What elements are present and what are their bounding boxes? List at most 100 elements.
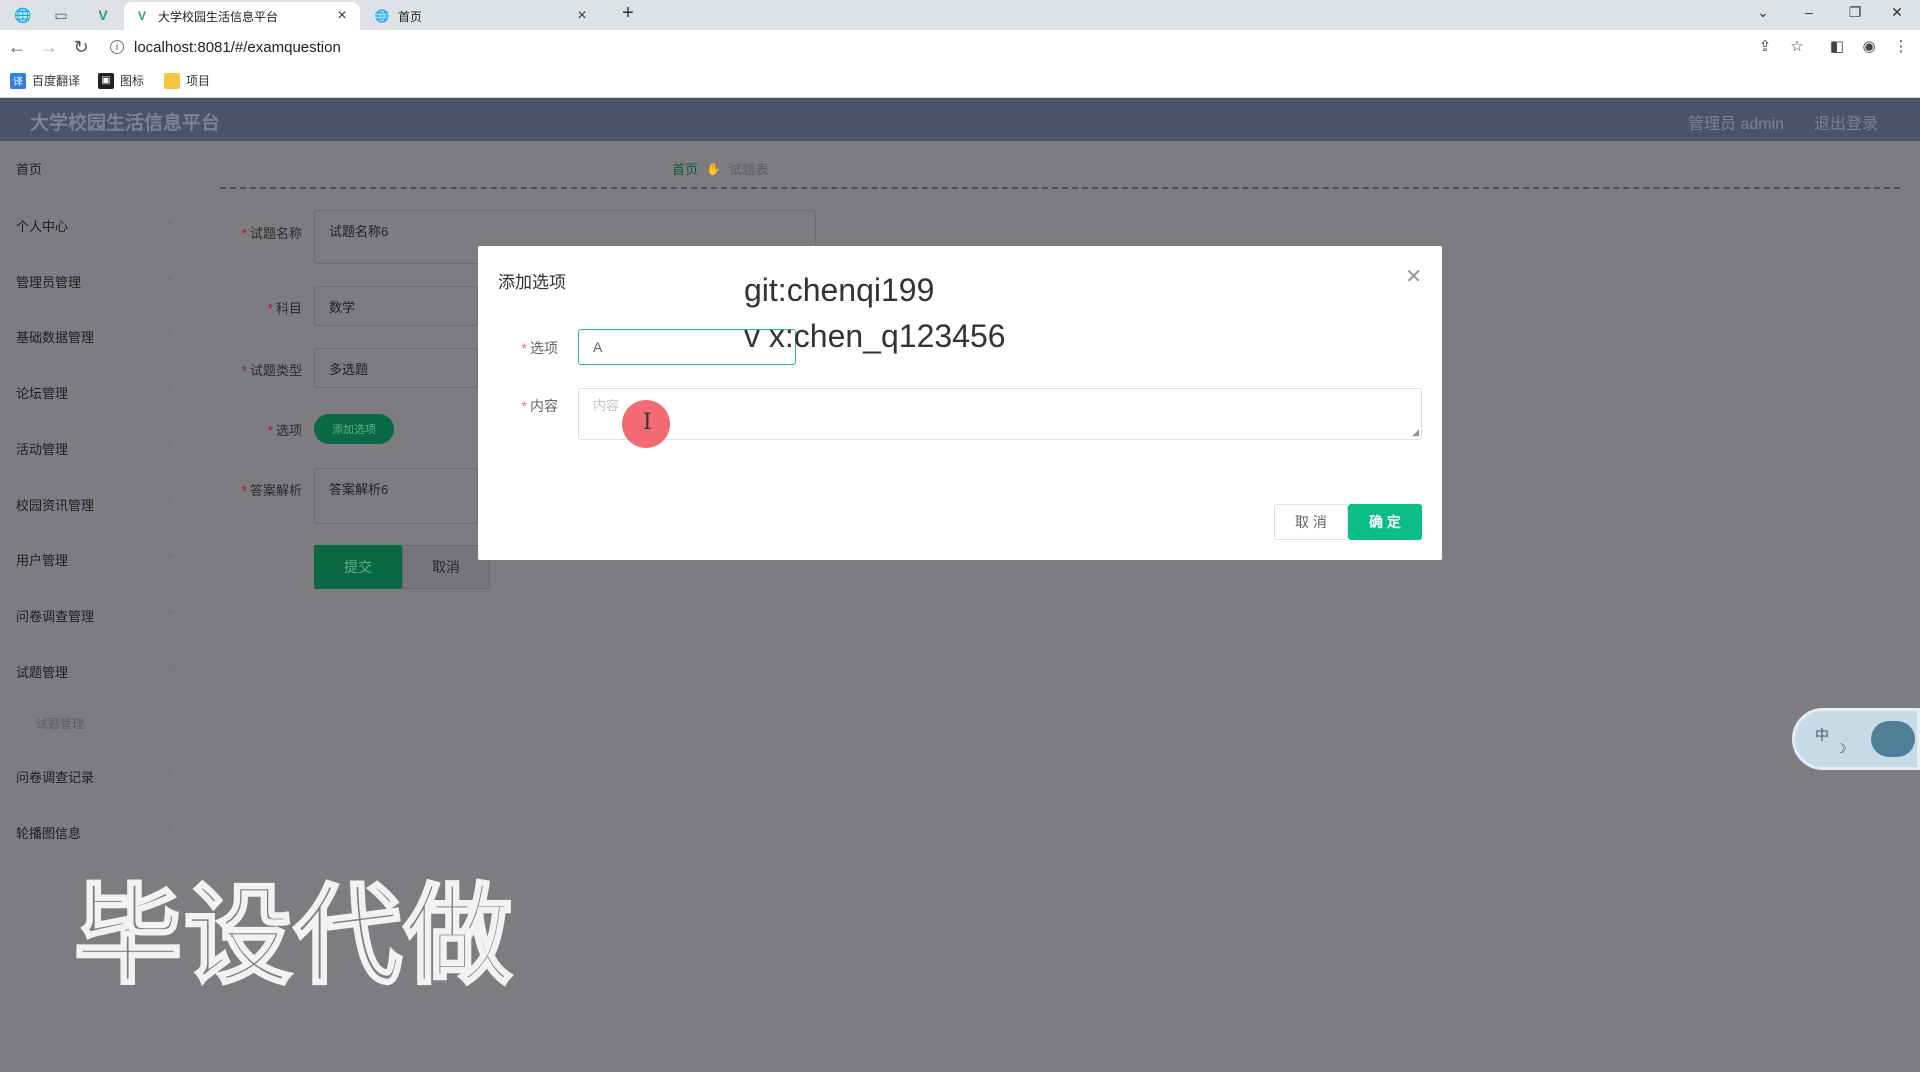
label-name: * 试题名称 (241, 226, 302, 241)
label-text: 试题类型 (249, 363, 302, 378)
cancel-button[interactable]: 取消 (402, 545, 490, 589)
sidebar-item-survey-records[interactable]: 问卷调查记录 ⌄ (16, 767, 174, 786)
chevron-down-icon: ⌄ (166, 383, 175, 394)
sidebar-item-label: 问卷调查记录 (16, 770, 95, 785)
label-option: * 选项 (521, 340, 558, 356)
sidebar-item-label: 用户管理 (16, 553, 69, 568)
side-panel-icon[interactable]: ◧ (1826, 37, 1848, 57)
dialog-confirm-button[interactable]: 确 定 (1348, 504, 1422, 540)
chevron-down-icon: ⌄ (166, 550, 175, 561)
subject-select[interactable]: 数学 (314, 286, 478, 326)
sidebar-item-forum[interactable]: 论坛管理 ⌄ (16, 383, 174, 402)
sidebar-item-label: 首页 (16, 162, 43, 177)
vue-logo-icon: V (137, 9, 146, 23)
app-title: 大学校园生活信息平台 (30, 113, 221, 134)
forward-icon[interactable]: → (38, 36, 60, 58)
label-text: 选项 (275, 423, 302, 438)
watermark-text: 毕设代做 (72, 875, 515, 996)
tab-search-icon[interactable]: ⌄ (1740, 0, 1786, 24)
hand-icon: ✋ (706, 161, 721, 176)
sidebar-item-exam[interactable]: 试题管理 ⌃ (16, 662, 174, 681)
submit-button[interactable]: 提交 (314, 545, 402, 589)
sidebar-item-label: 校园资讯管理 (16, 498, 95, 513)
profile-icon[interactable]: ◉ (1858, 37, 1880, 57)
sidebar-item-home[interactable]: 首页 (16, 159, 42, 178)
sidebar-item-survey[interactable]: 问卷调查管理 ⌄ (16, 606, 174, 625)
sidebar-item-admins[interactable]: 管理员管理 ⌄ (16, 272, 174, 291)
bookmark-label: 图标 (120, 74, 145, 88)
info-icon[interactable]: i (110, 40, 124, 54)
reload-icon[interactable]: ↻ (70, 36, 92, 58)
tab-home[interactable]: 🌐 首页 × (364, 2, 600, 30)
globe-icon: 🌐 (374, 9, 390, 23)
close-tab-icon[interactable]: × (334, 7, 350, 25)
divider (220, 187, 1900, 189)
chevron-down-icon: ⌄ (166, 606, 175, 617)
label-content: * 内容 (521, 398, 558, 414)
content-textarea[interactable]: 内容 ◢ (578, 388, 1422, 440)
globe-icon[interactable]: 🌐 (8, 4, 38, 26)
overlay-contact-text: v x:chen_q123456 (744, 318, 1006, 354)
overlay-git-text: git:chenqi199 (744, 272, 935, 308)
chevron-down-icon: ⌄ (166, 439, 175, 450)
app-header: 大学校园生活信息平台 管理员 admin 退出登录 (0, 98, 1920, 141)
bookmark-translate[interactable]: 译 百度翻译 (10, 72, 80, 89)
bookmark-label: 项目 (186, 74, 211, 88)
sidebar-item-label: 基础数据管理 (16, 330, 95, 345)
sidebar-item-activity[interactable]: 活动管理 ⌄ (16, 439, 174, 458)
label-text: 选项 (530, 340, 558, 356)
label-subject: * 科目 (267, 301, 302, 316)
analysis-textarea[interactable]: 答案解析6 (314, 468, 478, 524)
label-text: 答案解析 (249, 483, 302, 498)
sidebar-item-label: 问卷调查管理 (16, 609, 95, 624)
add-option-button[interactable]: 添加选项 (314, 414, 394, 444)
back-icon[interactable]: ← (6, 36, 28, 58)
type-select[interactable]: 多选题 (314, 348, 478, 388)
chevron-down-icon: ⌄ (166, 216, 175, 227)
text-cursor-icon: I (643, 410, 652, 435)
sidebar-item-label: 活动管理 (16, 442, 69, 457)
bookmark-icons[interactable]: ▣ 图标 (98, 72, 144, 89)
tab-active[interactable]: V 大学校园生活信息平台 × (124, 2, 360, 30)
label-text: 科目 (275, 301, 302, 316)
url-field[interactable]: i localhost:8081/#/examquestion (110, 35, 341, 59)
label-type: * 试题类型 (241, 363, 302, 378)
sidebar-item-personal[interactable]: 个人中心 ⌄ (16, 216, 174, 235)
sidebar-subitem-exam[interactable]: 试题管理 (36, 715, 84, 732)
new-tab-icon[interactable]: + (616, 2, 640, 25)
restore-icon[interactable]: ❐ (1832, 0, 1878, 24)
chevron-down-icon: ⌄ (166, 823, 175, 834)
star-icon[interactable]: ☆ (1786, 37, 1808, 57)
add-option-dialog: 添加选项 ✕ * 选项 A * 内容 内容 ◢ 取 消 确 定 (478, 246, 1442, 560)
sidebar-item-label: 个人中心 (16, 219, 69, 234)
ime-mode-char: 中 (1815, 727, 1829, 743)
dialog-cancel-button[interactable]: 取 消 (1274, 504, 1348, 540)
image-icon: ▣ (98, 72, 114, 89)
minimize-icon[interactable]: – (1786, 0, 1832, 24)
bookmark-project[interactable]: 项目 (164, 72, 210, 89)
more-menu-icon[interactable]: ⋮ (1890, 37, 1912, 57)
close-icon[interactable]: ✕ (1405, 264, 1422, 289)
sidebar-item-label: 试题管理 (16, 665, 69, 680)
sidebar-item-news[interactable]: 校园资讯管理 ⌄ (16, 495, 174, 514)
resize-handle-icon[interactable]: ◢ (1412, 427, 1419, 438)
blank-tab-icon[interactable]: ▭ (46, 4, 76, 26)
vue-logo-icon[interactable]: V (88, 4, 118, 26)
mascot-icon (1871, 721, 1915, 757)
sidebar-item-label: 轮播图信息 (16, 826, 82, 841)
ime-widget[interactable]: 中 ☽ (1792, 708, 1920, 770)
bookmark-label: 百度翻译 (32, 74, 81, 88)
sidebar-item-users[interactable]: 用户管理 ⌄ (16, 550, 174, 569)
share-icon[interactable]: ⇪ (1754, 37, 1776, 57)
close-tab-icon[interactable]: × (574, 7, 590, 25)
close-window-icon[interactable]: ✕ (1874, 0, 1920, 24)
chevron-down-icon: ⌄ (166, 327, 175, 338)
sidebar-item-label: 论坛管理 (16, 386, 69, 401)
sidebar-item-basic-data[interactable]: 基础数据管理 ⌄ (16, 327, 174, 346)
label-text: 试题名称 (249, 226, 302, 241)
breadcrumb-home[interactable]: 首页 (672, 159, 698, 178)
logout-link[interactable]: 退出登录 (1814, 110, 1878, 134)
moon-icon: ☽ (1835, 741, 1847, 756)
chevron-down-icon: ⌄ (166, 495, 175, 506)
sidebar-item-carousel[interactable]: 轮播图信息 ⌄ (16, 823, 174, 842)
